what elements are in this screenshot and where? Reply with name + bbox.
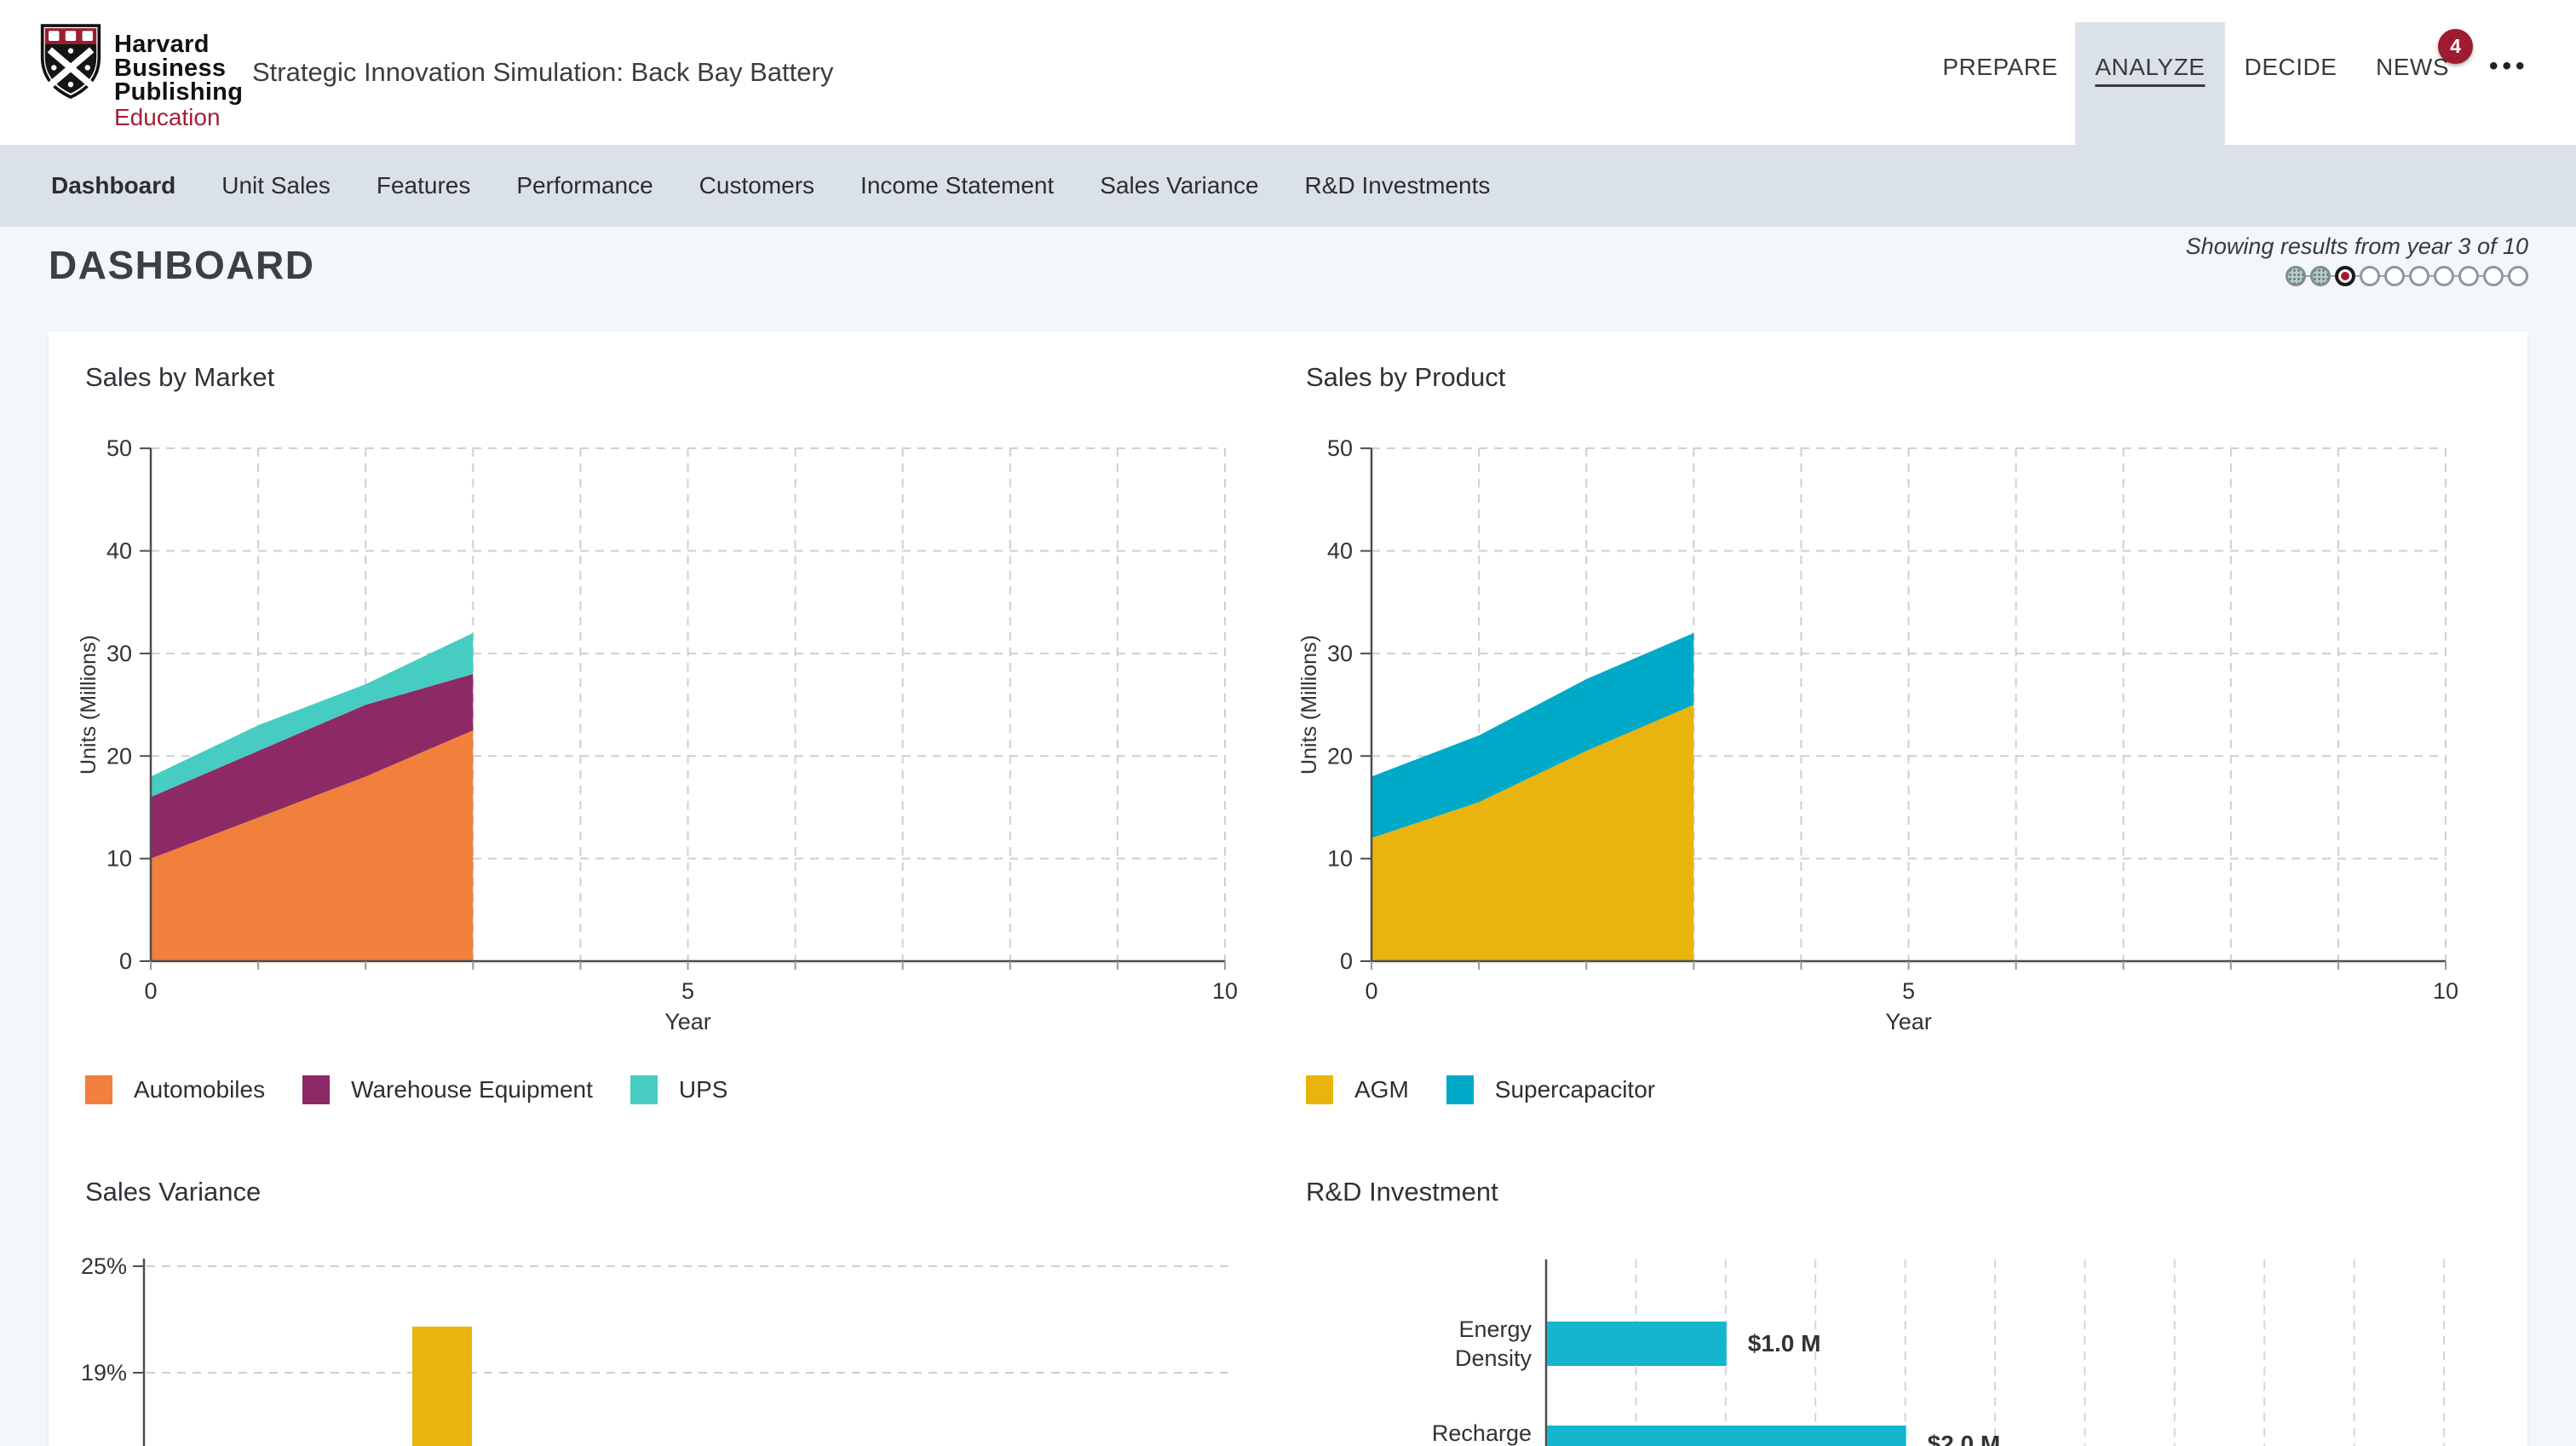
rd-bar-energy	[1547, 1322, 1727, 1366]
legend-swatch-warehouse-equipment	[302, 1075, 330, 1104]
legend-label-supercapacitor: Supercapacitor	[1495, 1076, 1655, 1103]
x-tick-label: 0	[1365, 978, 1377, 1004]
y-tick-label: 20	[1327, 743, 1353, 769]
variance-bar-year-3	[412, 1327, 472, 1446]
y-tick-label: 40	[1327, 539, 1353, 564]
subnav-tab-unit-sales[interactable]: Unit Sales	[221, 172, 331, 199]
subnav-tab-features[interactable]: Features	[377, 172, 471, 199]
legend-swatch-agm	[1306, 1075, 1333, 1104]
y-axis-title: Units (Millions)	[1297, 635, 1321, 775]
legend-label-automobiles: Automobiles	[134, 1076, 265, 1103]
nav-prepare[interactable]: PREPARE	[1941, 0, 2060, 135]
analyze-subnav: Dashboard Unit Sales Features Performanc…	[0, 145, 2576, 227]
year-progress-dots	[2286, 266, 2528, 286]
news-notification-badge: 4	[2438, 29, 2473, 64]
legend-item-warehouse-equipment: Warehouse Equipment	[302, 1075, 593, 1104]
legend-swatch-automobiles	[85, 1075, 112, 1104]
legend-item-ups: UPS	[630, 1075, 728, 1104]
x-axis-title: Year	[1885, 1009, 1932, 1034]
legend-label-agm: AGM	[1354, 1076, 1409, 1103]
year-dot-6[interactable]	[2409, 266, 2429, 286]
results-year-note: Showing results from year 3 of 10	[2186, 233, 2528, 260]
overflow-menu-icon[interactable]: •••	[2489, 0, 2529, 133]
hbp-shield-icon	[39, 22, 102, 101]
y-tick-label: 10	[1327, 846, 1353, 872]
y-tick-label: 0	[119, 948, 132, 974]
sales-by-market-legend: Automobiles Warehouse Equipment UPS	[85, 1075, 727, 1104]
x-tick-label: 5	[1902, 978, 1915, 1004]
legend-item-automobiles: Automobiles	[85, 1075, 265, 1104]
year-dot-8[interactable]	[2458, 266, 2479, 286]
y-tick-label: 30	[1327, 641, 1353, 666]
y-tick-label: 10	[106, 846, 132, 872]
x-axis-title: Year	[664, 1009, 711, 1034]
rd-category-label: Energy	[1458, 1316, 1532, 1342]
y-tick-label: 50	[1327, 435, 1353, 461]
y-tick-label: 50	[106, 435, 132, 461]
app-header: Harvard Business Publishing Education St…	[0, 0, 2576, 145]
rd-investment-hbar-chart: $1.0 M Energy Density $2.0 M Recharge	[1297, 1167, 2528, 1446]
y-tick-label: 20	[106, 743, 132, 769]
nav-decide[interactable]: DECIDE	[2240, 0, 2341, 135]
y-tick-label: 25%	[81, 1253, 127, 1279]
sales-by-product-legend: AGM Supercapacitor	[1306, 1075, 1655, 1104]
x-tick-label: 5	[681, 978, 694, 1004]
y-tick-label: 19%	[81, 1360, 127, 1386]
logo-line-publishing: Publishing	[114, 80, 243, 104]
year-dot-9[interactable]	[2483, 266, 2504, 286]
year-dot-7[interactable]	[2434, 266, 2454, 286]
rd-category-label: Recharge	[1432, 1420, 1532, 1446]
y-tick-label: 40	[106, 539, 132, 564]
x-tick-label: 10	[2433, 978, 2458, 1004]
y-tick-label: 0	[1340, 948, 1353, 974]
legend-label-ups: UPS	[679, 1076, 728, 1103]
nav-analyze[interactable]: ANALYZE	[2075, 0, 2225, 135]
simulation-title: Strategic Innovation Simulation: Back Ba…	[252, 0, 833, 145]
year-dot-5[interactable]	[2384, 266, 2405, 286]
subnav-tab-performance[interactable]: Performance	[516, 172, 653, 199]
rd-bar-value-label: $2.0 M	[1928, 1431, 2001, 1446]
sales-by-market-area-chart: 0 10 20 30 40 50 0 5 10 Year Units (Millions)	[77, 426, 1269, 1040]
year-dot-1[interactable]	[2286, 266, 2306, 286]
subnav-tab-rd-investments[interactable]: R&D Investments	[1305, 172, 1491, 199]
legend-swatch-supercapacitor	[1446, 1075, 1474, 1104]
rd-bar-recharge	[1547, 1426, 1906, 1446]
rd-category-label: Density	[1455, 1345, 1532, 1371]
legend-item-agm: AGM	[1306, 1075, 1409, 1104]
nav-news[interactable]: NEWS	[2370, 0, 2455, 135]
y-axis-title: Units (Millions)	[77, 635, 101, 775]
back-bay-battery-dashboard: Harvard Business Publishing Education St…	[0, 0, 2576, 1446]
sales-variance-bar-chart: 25% 19%	[77, 1167, 1269, 1446]
year-dot-2[interactable]	[2310, 266, 2331, 286]
chart-title-sales-by-market: Sales by Market	[85, 362, 274, 393]
hbp-logo-text: Harvard Business Publishing Education	[114, 22, 243, 131]
hbp-logo[interactable]: Harvard Business Publishing Education	[39, 22, 243, 131]
y-tick-label: 30	[106, 641, 132, 666]
x-tick-label: 0	[144, 978, 157, 1004]
subnav-tab-dashboard[interactable]: Dashboard	[51, 172, 175, 199]
rd-bar-value-label: $1.0 M	[1748, 1330, 1821, 1357]
logo-line-education: Education	[114, 104, 243, 131]
legend-swatch-ups	[630, 1075, 658, 1104]
subnav-tab-customers[interactable]: Customers	[699, 172, 814, 199]
page-title: DASHBOARD	[49, 242, 315, 288]
logo-line-business: Business	[114, 56, 243, 80]
legend-label-warehouse-equipment: Warehouse Equipment	[351, 1076, 593, 1103]
logo-line-harvard: Harvard	[114, 32, 243, 56]
year-dot-3[interactable]	[2335, 266, 2355, 286]
legend-item-supercapacitor: Supercapacitor	[1446, 1075, 1655, 1104]
x-tick-label: 10	[1212, 978, 1238, 1004]
year-dot-4[interactable]	[2360, 266, 2380, 286]
subnav-tab-sales-variance[interactable]: Sales Variance	[1100, 172, 1258, 199]
sales-by-product-area-chart: 0 10 20 30 40 50 0 5 10 Year Units (Millions)	[1297, 426, 2490, 1040]
chart-title-sales-by-product: Sales by Product	[1306, 362, 1505, 393]
subnav-tab-income-statement[interactable]: Income Statement	[860, 172, 1054, 199]
year-dot-10[interactable]	[2508, 266, 2528, 286]
